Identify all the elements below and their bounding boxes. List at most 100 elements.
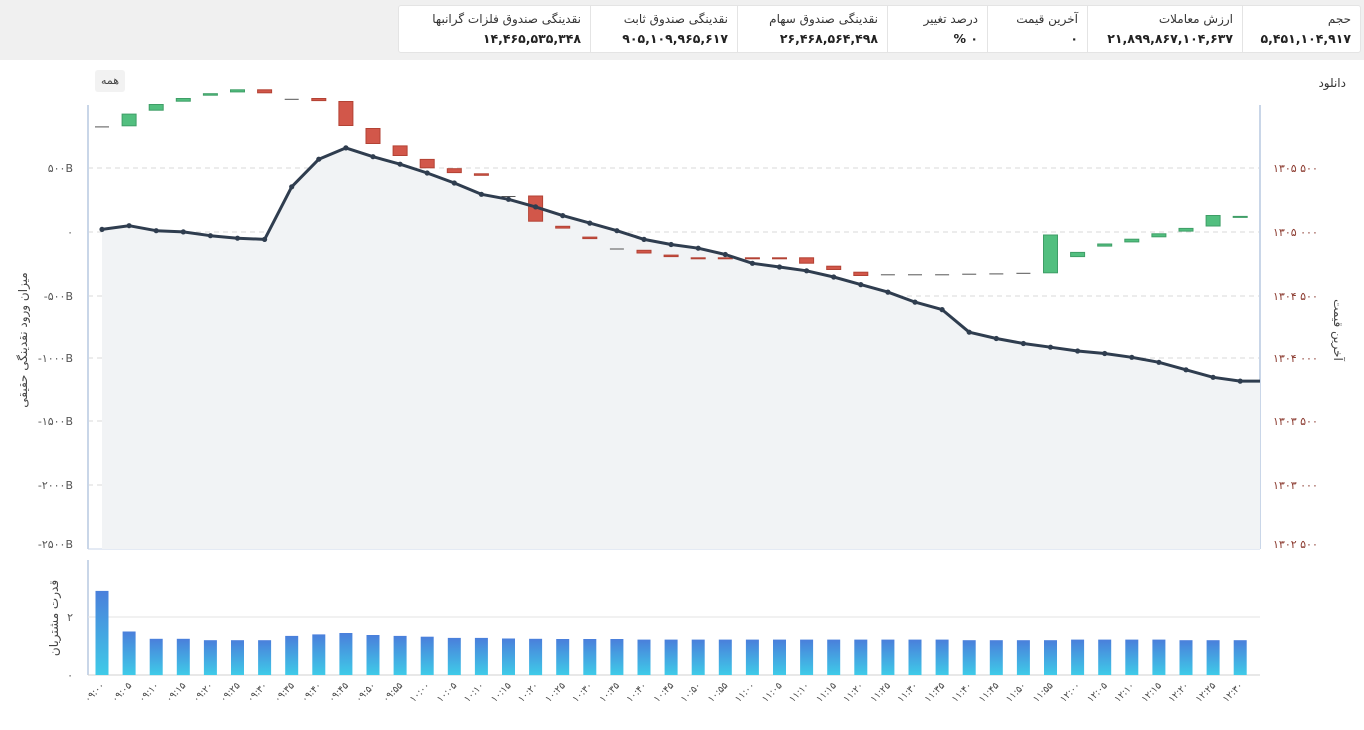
x-tick: ۱۰:۵۰	[679, 680, 703, 704]
y-axis-title-right: آخرین قیمت	[1330, 299, 1346, 361]
candle	[1043, 234, 1058, 274]
x-tick: ۰۹:۳۵	[272, 680, 296, 704]
x-tick: ۰۹:۵۰	[354, 680, 378, 704]
x-tick: ۰۹:۲۵	[218, 680, 242, 704]
candle	[1178, 227, 1194, 232]
x-tick: ۱۱:۱۵	[814, 680, 838, 704]
x-tick: ۱۱:۳۰	[896, 680, 920, 704]
price-point	[1020, 340, 1026, 347]
x-tick: ۱۰:۳۵	[598, 680, 622, 704]
price-point	[776, 264, 783, 270]
x-tick: ۱۰:۰۰	[408, 680, 432, 704]
price-point	[451, 180, 457, 186]
x-tick: ۱۰:۱۰	[462, 680, 486, 704]
candle	[853, 271, 869, 277]
price-point	[641, 236, 647, 242]
x-tick: ۰۹:۲۰	[191, 680, 215, 704]
x-tick: ۰۹:۰۵	[110, 680, 134, 704]
x-tick: ۰۹:۱۰	[137, 680, 161, 704]
price-point	[668, 241, 674, 248]
price-point	[289, 184, 295, 190]
price-point	[153, 228, 159, 234]
y-axis-title-left: میزان ورود نقدینگی حقیقی	[16, 272, 31, 407]
power-bar	[149, 638, 163, 676]
price-point	[505, 196, 512, 202]
y-tick-left: ۵۰۰B	[48, 162, 73, 175]
candle	[1070, 251, 1086, 258]
candle	[663, 254, 679, 258]
power-bar	[935, 639, 949, 675]
power-bar	[854, 639, 868, 675]
candle	[95, 126, 109, 128]
power-bar	[1016, 640, 1030, 675]
price-point	[126, 223, 132, 229]
power-bar	[285, 635, 299, 675]
y-tick-right: ۱۳۰۳ ۵۰۰	[1273, 415, 1318, 428]
y-tick-right: ۱۳۰۵ ۵۰۰	[1273, 162, 1318, 175]
power-bar	[1125, 639, 1139, 675]
candle	[962, 273, 977, 275]
x-tick: ۱۰:۰۵	[435, 680, 459, 704]
y-tick-left: -۵۰۰B	[44, 290, 73, 303]
x-tick: ۰۹:۴۵	[327, 680, 351, 704]
power-bar	[1071, 639, 1085, 675]
price-point	[1047, 344, 1054, 350]
x-tick: ۱۱:۰۵	[760, 680, 784, 704]
price-point	[1129, 354, 1135, 360]
price-point	[180, 229, 186, 235]
y-tick-left: -۲۵۰۰B	[38, 538, 73, 551]
price-point	[912, 299, 918, 305]
y-tick-left: ۰	[67, 226, 73, 239]
bottom-y-tick: ۲	[67, 611, 73, 624]
power-bar	[502, 638, 515, 675]
x-tick: ۰۹:۵۵	[381, 680, 405, 704]
y-axis-title-bottom: قدرت مشتریان	[47, 580, 62, 656]
price-point	[316, 156, 322, 162]
price-point	[1183, 367, 1189, 373]
price-point	[370, 154, 376, 160]
candle	[446, 168, 462, 174]
price-point	[587, 220, 593, 226]
y-tick-right: ۱۳۰۲ ۵۰۰	[1273, 538, 1318, 551]
y-tick-right: ۱۳۰۴ ۰۰۰	[1273, 352, 1318, 365]
candle	[121, 113, 137, 127]
candle	[338, 101, 354, 126]
bottom-chart: ۰۲	[67, 560, 1260, 682]
x-tick: ۱۰:۲۵	[543, 680, 567, 704]
power-bar	[664, 639, 678, 675]
x-tick: ۱۱:۴۰	[950, 680, 974, 704]
price-point	[749, 260, 756, 266]
x-tick: ۱۱:۲۰	[841, 680, 865, 704]
candle	[1097, 243, 1113, 247]
candle	[880, 274, 895, 276]
candle	[1205, 215, 1221, 227]
candle	[799, 257, 815, 264]
power-bar	[556, 639, 570, 675]
candle	[935, 274, 950, 276]
power-bar	[962, 640, 976, 675]
candle	[311, 98, 327, 102]
chart-svg: میزان ورود نقدینگی حقیقی آخرین قیمت قدرت…	[16, 89, 1346, 705]
candle	[1232, 215, 1248, 218]
power-bar	[1233, 640, 1247, 675]
x-tick: ۱۱:۵۰	[1004, 680, 1028, 704]
power-bar	[1098, 639, 1112, 675]
candle	[555, 225, 571, 229]
x-tick: ۱۲:۰۵	[1085, 680, 1109, 704]
power-bar	[447, 637, 461, 675]
power-bar	[203, 640, 217, 675]
price-point	[1075, 348, 1081, 354]
x-tick: ۱۱:۳۵	[923, 680, 947, 704]
price-point	[424, 170, 430, 176]
candle	[1124, 238, 1140, 243]
candle	[148, 104, 164, 111]
power-bar	[718, 639, 732, 675]
price-point	[722, 251, 728, 258]
power-bar	[1179, 640, 1193, 675]
power-bar	[881, 639, 895, 675]
x-tick: ۱۲:۱۰	[1112, 680, 1136, 704]
x-tick: ۱۲:۳۰	[1221, 680, 1245, 704]
power-bar	[1044, 640, 1057, 675]
candle	[609, 248, 624, 250]
candle	[582, 236, 598, 240]
